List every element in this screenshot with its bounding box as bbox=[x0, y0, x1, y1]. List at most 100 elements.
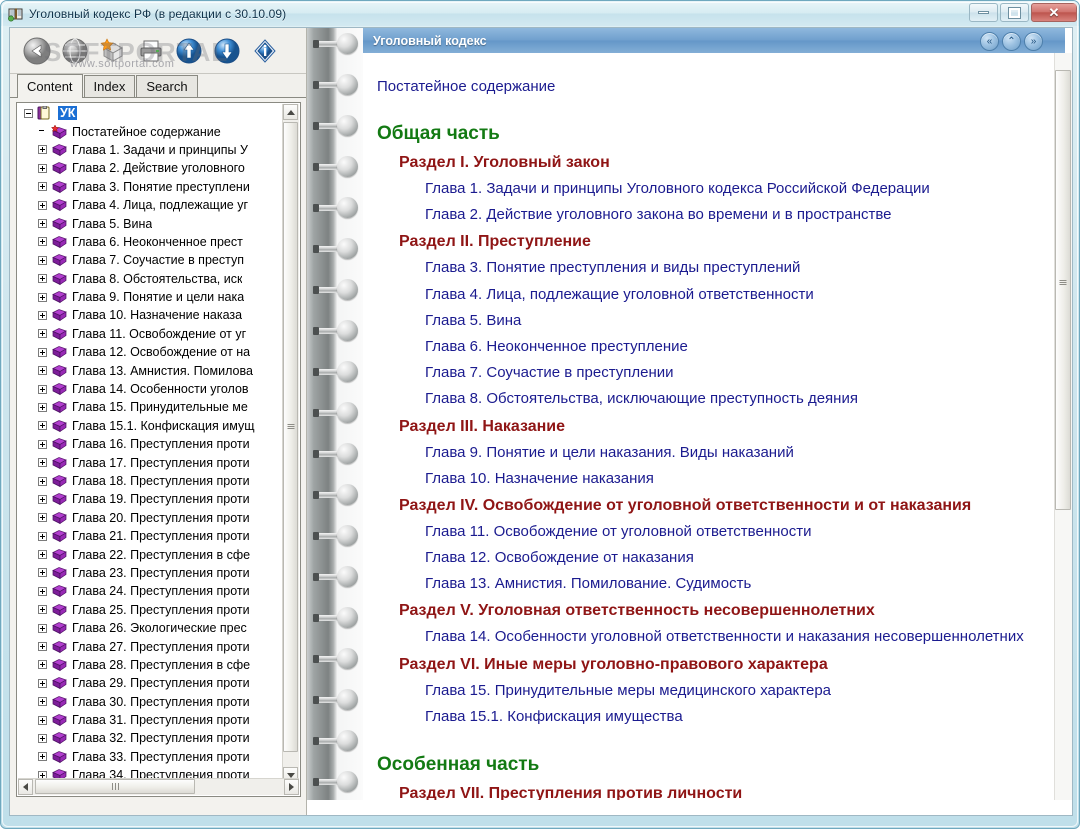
chapter-link[interactable]: Глава 8. Обстоятельства, исключающие пре… bbox=[425, 389, 1047, 408]
chapter-link[interactable]: Глава 1. Задачи и принципы Уголовного ко… bbox=[425, 179, 1047, 198]
tree-item[interactable]: Глава 14. Особенности уголов bbox=[18, 380, 285, 398]
chapter-link[interactable]: Глава 3. Понятие преступления и виды пре… bbox=[425, 258, 1047, 277]
tree-item[interactable]: Глава 1. Задачи и принципы У bbox=[18, 141, 285, 159]
tree-item[interactable]: Глава 19. Преступления проти bbox=[18, 490, 285, 508]
tree-item[interactable]: Глава 31. Преступления проти bbox=[18, 711, 285, 729]
tree-item[interactable]: Глава 22. Преступления в сфе bbox=[18, 545, 285, 563]
tree-item[interactable]: Глава 26. Экологические прес bbox=[18, 619, 285, 637]
expand-icon[interactable] bbox=[38, 715, 47, 725]
tree-item[interactable]: Глава 28. Преступления в сфе bbox=[18, 656, 285, 674]
tree-scroll-thumb[interactable] bbox=[283, 122, 298, 752]
tree-item[interactable]: Глава 16. Преступления проти bbox=[18, 435, 285, 453]
expand-icon[interactable] bbox=[38, 347, 47, 357]
tree-item[interactable]: Глава 8. Обстоятельства, иск bbox=[18, 270, 285, 288]
expand-icon[interactable] bbox=[38, 200, 47, 210]
tab-search[interactable]: Search bbox=[136, 75, 198, 97]
next-page-button[interactable]: » bbox=[1024, 32, 1043, 51]
tree-item[interactable]: Глава 27. Преступления проти bbox=[18, 637, 285, 655]
content-scroll-thumb[interactable] bbox=[1055, 70, 1071, 510]
expand-icon[interactable] bbox=[38, 237, 47, 247]
print-button[interactable] bbox=[132, 32, 170, 70]
expand-icon[interactable] bbox=[38, 697, 47, 707]
tree-item[interactable]: Глава 33. Преступления проти bbox=[18, 748, 285, 766]
upload-button[interactable] bbox=[208, 32, 246, 70]
expand-icon[interactable] bbox=[38, 274, 47, 284]
tree-item[interactable]: Глава 15. Принудительные ме bbox=[18, 398, 285, 416]
tree-item[interactable]: Глава 23. Преступления проти bbox=[18, 564, 285, 582]
document-intro-link[interactable]: Постатейное содержание bbox=[377, 78, 1047, 95]
expand-icon[interactable] bbox=[38, 255, 47, 265]
tree-item[interactable]: Глава 32. Преступления проти bbox=[18, 729, 285, 747]
tree-item[interactable]: Глава 11. Освобождение от уг bbox=[18, 325, 285, 343]
chapter-link[interactable]: Глава 5. Вина bbox=[425, 311, 1047, 330]
tree-item[interactable]: Глава 9. Понятие и цели нака bbox=[18, 288, 285, 306]
chapter-link[interactable]: Глава 6. Неоконченное преступление bbox=[425, 337, 1047, 356]
tree-item[interactable]: Глава 3. Понятие преступлени bbox=[18, 178, 285, 196]
expand-icon[interactable] bbox=[38, 219, 47, 229]
add-favorite-button[interactable] bbox=[94, 32, 132, 70]
tree-item[interactable]: Глава 2. Действие уголовного bbox=[18, 159, 285, 177]
expand-icon[interactable] bbox=[38, 513, 47, 523]
chapter-link[interactable]: Глава 15. Принудительные меры медицинско… bbox=[425, 681, 1047, 700]
expand-icon[interactable] bbox=[38, 366, 47, 376]
back-button[interactable] bbox=[18, 32, 56, 70]
tab-content[interactable]: Content bbox=[17, 74, 83, 98]
expand-icon[interactable] bbox=[38, 145, 47, 155]
tree-item[interactable]: Глава 5. Вина bbox=[18, 214, 285, 232]
web-button[interactable] bbox=[56, 32, 94, 70]
tree-item[interactable]: Глава 21. Преступления проти bbox=[18, 527, 285, 545]
tree-item[interactable]: Глава 4. Лица, подлежащие уг bbox=[18, 196, 285, 214]
tree-item[interactable]: Глава 7. Соучастие в преступ bbox=[18, 251, 285, 269]
tree-vertical-scrollbar[interactable] bbox=[282, 104, 299, 783]
tree-item[interactable]: Глава 13. Амнистия. Помилова bbox=[18, 361, 285, 379]
expand-icon[interactable] bbox=[38, 550, 47, 560]
chapter-link[interactable]: Глава 11. Освобождение от уголовной отве… bbox=[425, 522, 1047, 541]
close-button[interactable]: ✕ bbox=[1031, 3, 1077, 22]
chapter-link[interactable]: Глава 2. Действие уголовного закона во в… bbox=[425, 205, 1047, 224]
expand-icon[interactable] bbox=[38, 586, 47, 596]
tree-item[interactable]: Глава 25. Преступления проти bbox=[18, 601, 285, 619]
collapse-icon[interactable] bbox=[24, 108, 33, 118]
expand-icon[interactable] bbox=[38, 733, 47, 743]
expand-icon[interactable] bbox=[38, 329, 47, 339]
tree-item[interactable]: Постатейное содержание bbox=[18, 122, 285, 140]
chapter-link[interactable]: Глава 13. Амнистия. Помилование. Судимос… bbox=[425, 574, 1047, 593]
expand-icon[interactable] bbox=[38, 476, 47, 486]
tree-item[interactable]: Глава 24. Преступления проти bbox=[18, 582, 285, 600]
expand-icon[interactable] bbox=[38, 163, 47, 173]
expand-icon[interactable] bbox=[38, 605, 47, 615]
expand-icon[interactable] bbox=[38, 182, 47, 192]
download-button[interactable] bbox=[170, 32, 208, 70]
tab-index[interactable]: Index bbox=[83, 75, 136, 97]
chapter-link[interactable]: Глава 14. Особенности уголовной ответств… bbox=[425, 627, 1047, 646]
chapter-link[interactable]: Глава 15.1. Конфискация имущества bbox=[425, 707, 1047, 726]
chapter-link[interactable]: Глава 9. Понятие и цели наказания. Виды … bbox=[425, 443, 1047, 462]
tree-horizontal-scrollbar[interactable] bbox=[18, 778, 299, 795]
expand-icon[interactable] bbox=[38, 421, 47, 431]
tree-item[interactable]: Глава 15.1. Конфискация имущ bbox=[18, 417, 285, 435]
content-vertical-scrollbar[interactable] bbox=[1054, 53, 1072, 815]
tree-item[interactable]: Глава 12. Освобождение от на bbox=[18, 343, 285, 361]
expand-icon[interactable] bbox=[38, 439, 47, 449]
info-button[interactable] bbox=[246, 32, 284, 70]
tree-scroll-left-button[interactable] bbox=[18, 779, 33, 795]
expand-icon[interactable] bbox=[38, 292, 47, 302]
tree-scroll-right-button[interactable] bbox=[284, 779, 299, 795]
expand-icon[interactable] bbox=[38, 568, 47, 578]
maximize-button[interactable] bbox=[1000, 3, 1029, 22]
tree-item[interactable]: Глава 20. Преступления проти bbox=[18, 509, 285, 527]
tree-root-item[interactable]: УК bbox=[18, 104, 285, 122]
expand-icon[interactable] bbox=[38, 458, 47, 468]
tree-scroll-up-button[interactable] bbox=[283, 104, 298, 120]
chapter-link[interactable]: Глава 10. Назначение наказания bbox=[425, 469, 1047, 488]
tree-hscroll-thumb[interactable] bbox=[35, 779, 195, 794]
tree-item[interactable]: Глава 30. Преступления проти bbox=[18, 693, 285, 711]
expand-icon[interactable] bbox=[38, 310, 47, 320]
tree-item[interactable]: Глава 29. Преступления проти bbox=[18, 674, 285, 692]
expand-icon[interactable] bbox=[38, 660, 47, 670]
expand-icon[interactable] bbox=[38, 494, 47, 504]
expand-icon[interactable] bbox=[38, 402, 47, 412]
chapter-link[interactable]: Глава 12. Освобождение от наказания bbox=[425, 548, 1047, 567]
expand-icon[interactable] bbox=[38, 384, 47, 394]
content-scroll-up-button[interactable] bbox=[1055, 53, 1071, 75]
